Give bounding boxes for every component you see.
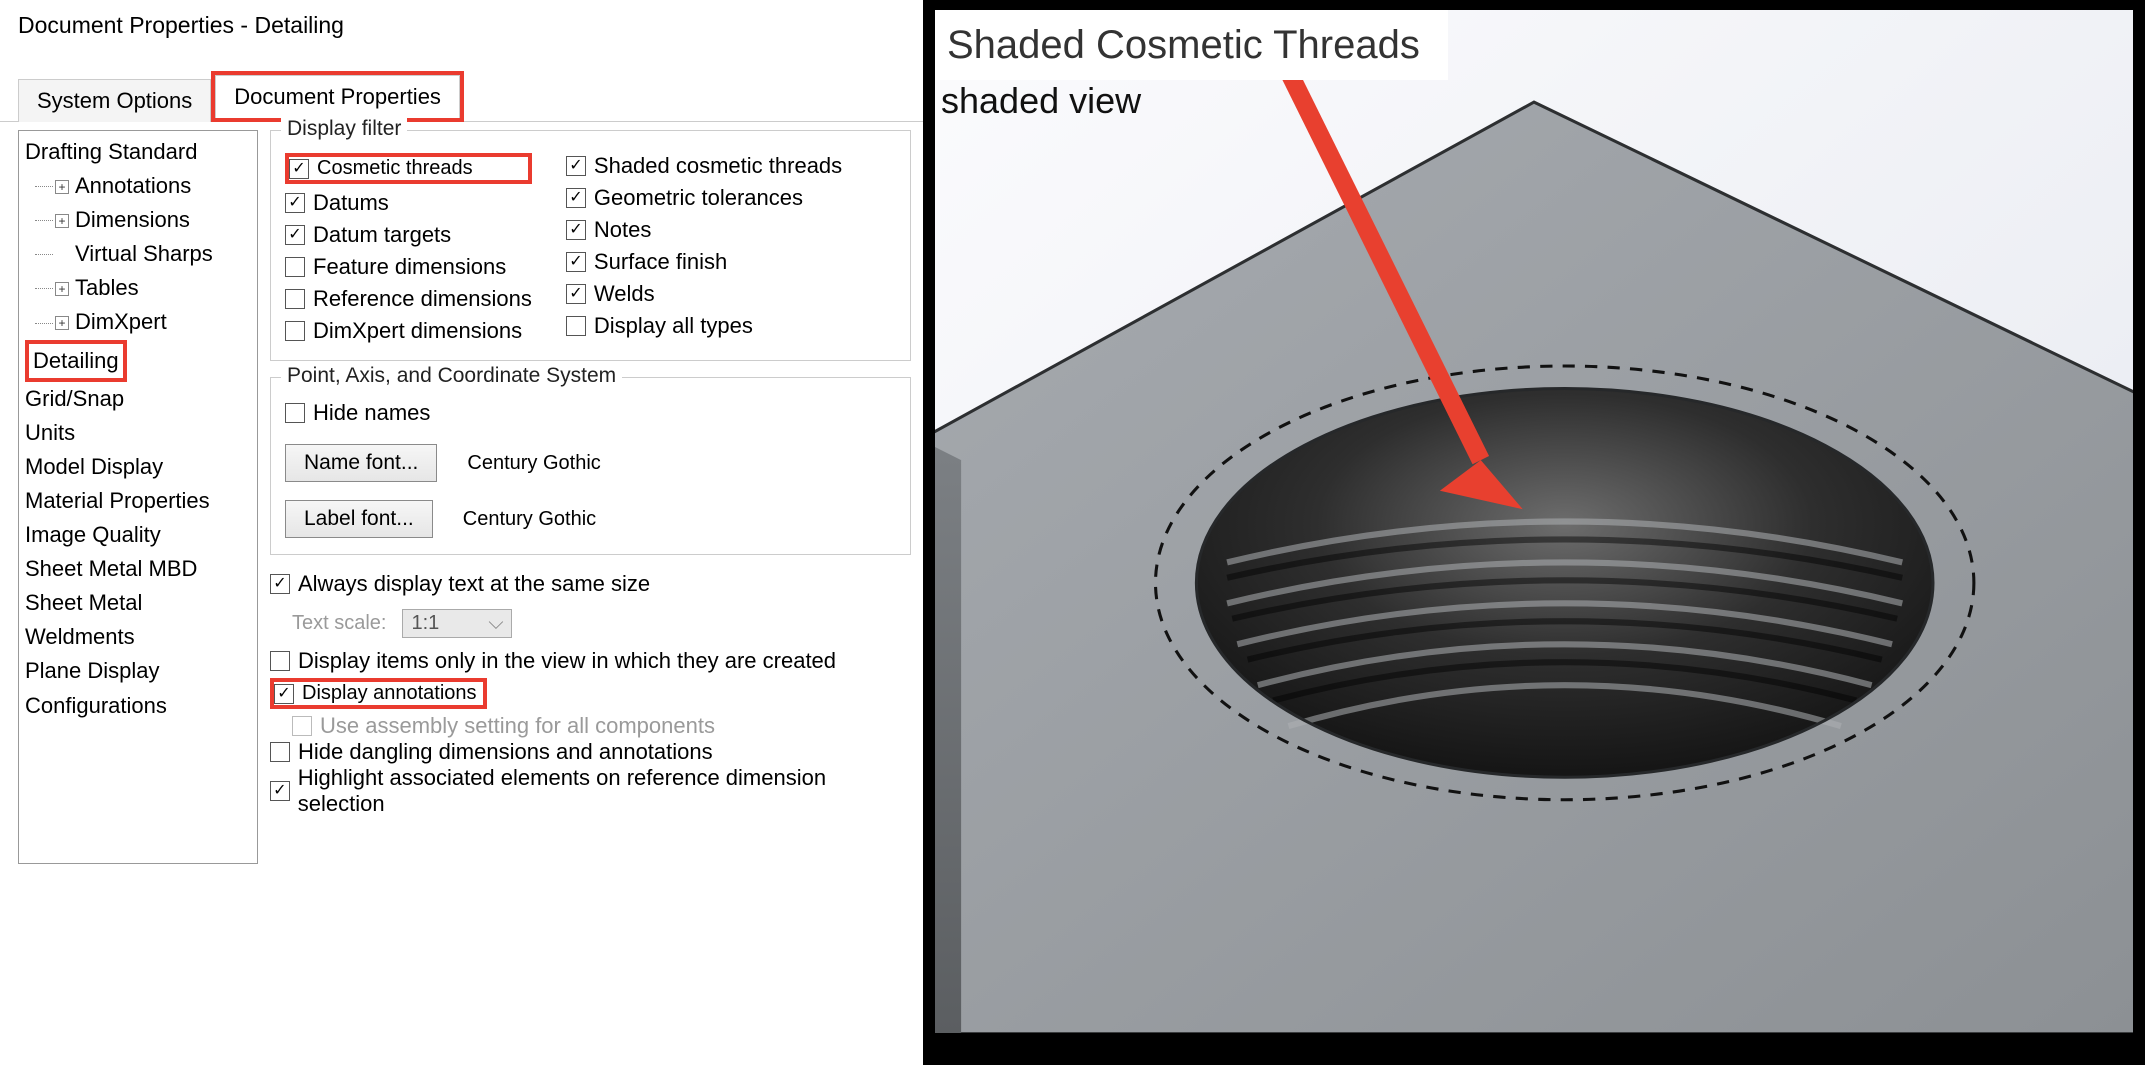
checkbox-geometric-tolerances[interactable]: ✓ bbox=[566, 188, 586, 208]
highlight-detailing: Detailing bbox=[25, 340, 127, 382]
checkbox-datums[interactable]: ✓ bbox=[285, 193, 305, 213]
checkbox-assembly-setting bbox=[292, 716, 312, 736]
label-cosmetic-threads: Cosmetic threads bbox=[317, 157, 473, 180]
tree-material-properties[interactable]: Material Properties bbox=[25, 484, 251, 518]
label-datums: Datums bbox=[313, 190, 389, 216]
group-display-filter: Display filter ✓ Cosmetic threads ✓Datum… bbox=[270, 130, 911, 361]
illustration-canvas: Shaded Cosmetic Threads shaded view bbox=[935, 10, 2133, 1033]
select-text-scale[interactable]: 1:1 ⌵ bbox=[402, 609, 512, 638]
tree-sheet-metal-mbd[interactable]: Sheet Metal MBD bbox=[25, 552, 251, 586]
callout-title: Shaded Cosmetic Threads bbox=[935, 10, 1448, 80]
threaded-hole-svg bbox=[935, 10, 2133, 1033]
chevron-down-icon: ⌵ bbox=[488, 612, 503, 635]
expand-icon[interactable]: + bbox=[55, 282, 69, 296]
select-value: 1:1 bbox=[411, 612, 439, 635]
expand-icon[interactable]: + bbox=[55, 214, 69, 228]
tree-label: Dimensions bbox=[75, 207, 190, 232]
group-point-axis-coord: Point, Axis, and Coordinate System Hide … bbox=[270, 377, 911, 555]
group-legend: Point, Axis, and Coordinate System bbox=[281, 364, 622, 388]
label-text-scale: Text scale: bbox=[292, 612, 386, 635]
tree-configurations[interactable]: Configurations bbox=[25, 689, 251, 723]
tree-units[interactable]: Units bbox=[25, 416, 251, 450]
checkbox-hide-names[interactable] bbox=[285, 403, 305, 423]
label-reference-dimensions: Reference dimensions bbox=[313, 286, 532, 312]
checkbox-hide-dangling[interactable] bbox=[270, 742, 290, 762]
tree-grid-snap[interactable]: Grid/Snap bbox=[25, 382, 251, 416]
label-welds: Welds bbox=[594, 281, 655, 307]
tab-document-properties[interactable]: Document Properties bbox=[215, 75, 460, 118]
checkbox-highlight-assoc[interactable]: ✓ bbox=[270, 781, 290, 801]
label-datum-targets: Datum targets bbox=[313, 222, 451, 248]
tree-annotations[interactable]: + Annotations bbox=[25, 169, 251, 203]
checkbox-datum-targets[interactable]: ✓ bbox=[285, 225, 305, 245]
highlight-document-properties-tab: Document Properties bbox=[211, 71, 464, 122]
label-highlight-assoc: Highlight associated elements on referen… bbox=[298, 765, 911, 817]
tree-plane-display[interactable]: Plane Display bbox=[25, 654, 251, 688]
label-hide-names: Hide names bbox=[313, 400, 430, 426]
illustration-panel: Shaded Cosmetic Threads shaded view bbox=[925, 0, 2145, 1065]
name-font-button[interactable]: Name font... bbox=[285, 444, 437, 482]
checkbox-cosmetic-threads[interactable]: ✓ bbox=[289, 159, 309, 179]
label-hide-dangling: Hide dangling dimensions and annotations bbox=[298, 739, 713, 765]
tree-image-quality[interactable]: Image Quality bbox=[25, 518, 251, 552]
label-display-all-types: Display all types bbox=[594, 313, 753, 339]
tree-label: Annotations bbox=[75, 173, 191, 198]
expand-icon[interactable]: + bbox=[55, 180, 69, 194]
tree-dimensions[interactable]: + Dimensions bbox=[25, 203, 251, 237]
tree-model-display[interactable]: Model Display bbox=[25, 450, 251, 484]
tree-dimxpert[interactable]: + DimXpert bbox=[25, 305, 251, 339]
checkbox-dimxpert-dimensions[interactable] bbox=[285, 321, 305, 341]
label-display-annotations: Display annotations bbox=[302, 682, 477, 705]
name-font-value: Century Gothic bbox=[467, 452, 600, 475]
label-feature-dimensions: Feature dimensions bbox=[313, 254, 506, 280]
tab-system-options[interactable]: System Options bbox=[18, 79, 211, 122]
tree-virtual-sharps[interactable]: +Virtual Sharps bbox=[25, 237, 251, 271]
label-only-in-view: Display items only in the view in which … bbox=[298, 648, 836, 674]
label-assembly-setting: Use assembly setting for all components bbox=[320, 713, 715, 739]
checkbox-welds[interactable]: ✓ bbox=[566, 284, 586, 304]
label-font-button[interactable]: Label font... bbox=[285, 500, 433, 538]
tree-label: Detailing bbox=[33, 348, 119, 373]
label-geometric-tolerances: Geometric tolerances bbox=[594, 185, 803, 211]
checkbox-shaded-cosmetic[interactable]: ✓ bbox=[566, 156, 586, 176]
label-dimxpert-dimensions: DimXpert dimensions bbox=[313, 318, 522, 344]
checkbox-display-annotations[interactable]: ✓ bbox=[274, 684, 294, 704]
highlight-cosmetic-threads: ✓ Cosmetic threads bbox=[285, 153, 532, 184]
checkbox-notes[interactable]: ✓ bbox=[566, 220, 586, 240]
label-always-size: Always display text at the same size bbox=[298, 571, 650, 597]
settings-panel: Display filter ✓ Cosmetic threads ✓Datum… bbox=[258, 130, 923, 864]
document-properties-dialog: Document Properties - Detailing System O… bbox=[0, 0, 925, 1065]
checkbox-feature-dimensions[interactable] bbox=[285, 257, 305, 277]
tree-sheet-metal[interactable]: Sheet Metal bbox=[25, 586, 251, 620]
label-shaded-cosmetic: Shaded cosmetic threads bbox=[594, 153, 842, 179]
tree-detailing[interactable]: Detailing bbox=[25, 340, 251, 382]
highlight-display-annotations: ✓ Display annotations bbox=[270, 678, 487, 709]
window-title: Document Properties - Detailing bbox=[0, 0, 923, 45]
checkbox-surface-finish[interactable]: ✓ bbox=[566, 252, 586, 272]
label-notes: Notes bbox=[594, 217, 651, 243]
tree-label: Tables bbox=[75, 275, 139, 300]
category-tree[interactable]: Drafting Standard + Annotations + Dimensio… bbox=[18, 130, 258, 864]
tree-label: DimXpert bbox=[75, 309, 167, 334]
tab-strip: System Options Document Properties bbox=[18, 71, 923, 122]
checkbox-always-size[interactable]: ✓ bbox=[270, 574, 290, 594]
label-font-value: Century Gothic bbox=[463, 508, 596, 531]
callout-subcaption: shaded view bbox=[941, 80, 1141, 122]
tree-tables[interactable]: + Tables bbox=[25, 271, 251, 305]
label-surface-finish: Surface finish bbox=[594, 249, 727, 275]
tree-label: Virtual Sharps bbox=[75, 241, 213, 266]
group-legend: Display filter bbox=[281, 117, 407, 141]
checkbox-only-in-view[interactable] bbox=[270, 651, 290, 671]
tree-drafting-standard[interactable]: Drafting Standard bbox=[25, 135, 251, 169]
checkbox-display-all-types[interactable] bbox=[566, 316, 586, 336]
expand-icon[interactable]: + bbox=[55, 316, 69, 330]
checkbox-reference-dimensions[interactable] bbox=[285, 289, 305, 309]
tree-weldments[interactable]: Weldments bbox=[25, 620, 251, 654]
